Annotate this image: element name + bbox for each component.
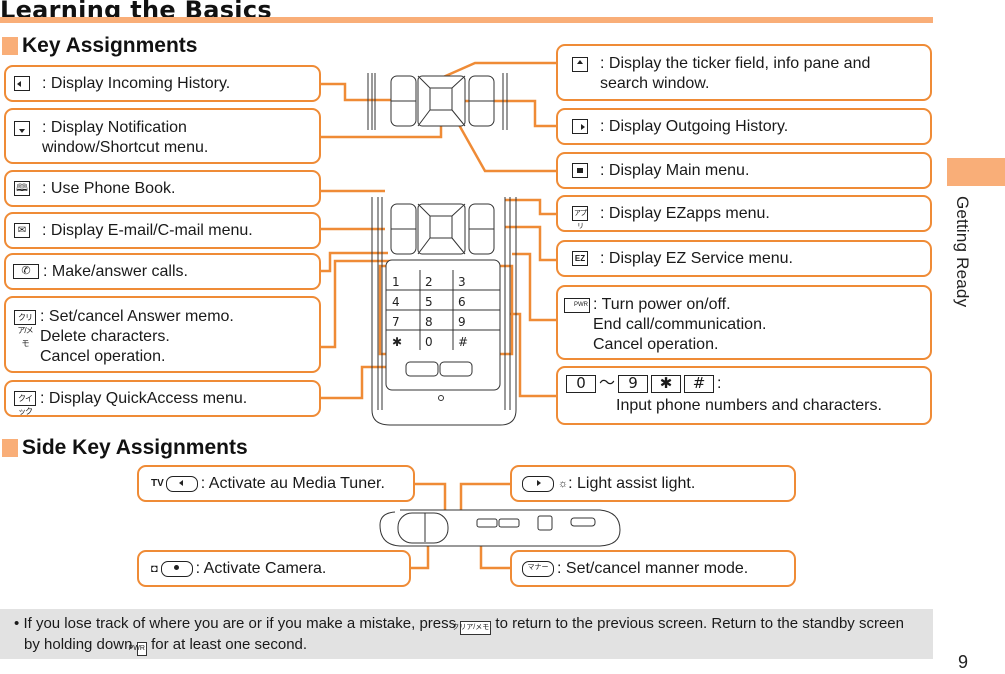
clear-memo-key-inline-icon: クリア/メモ xyxy=(452,621,492,635)
key-description: : Display the ticker field, info pane an… xyxy=(600,55,871,92)
key-description: : Display QuickAccess menu. xyxy=(40,389,248,407)
phonebook-icon: 🕮 xyxy=(14,181,30,196)
center-key-icon xyxy=(572,163,588,178)
svg-text:7: 7 xyxy=(392,315,400,329)
apps-icon: アプリ xyxy=(572,206,588,230)
key-description: : Display EZ Service menu. xyxy=(600,249,793,267)
key-description: : Display Outgoing History. xyxy=(600,117,789,135)
svg-text:0: 0 xyxy=(425,335,433,349)
svg-text:✱: ✱ xyxy=(392,335,402,349)
section-heading-side-key-assignments: Side Key Assignments xyxy=(2,436,248,460)
svg-text:8: 8 xyxy=(425,315,433,329)
ez-icon: EZ xyxy=(572,251,588,266)
down-key-icon xyxy=(14,121,30,136)
key-description: : Display E-mail/C-mail menu. xyxy=(42,221,253,239)
key-box-apps-key: アプリ : Display EZapps menu. xyxy=(556,195,932,232)
key-box-down-key: : Display Notification window/Shortcut m… xyxy=(4,108,321,164)
svg-text:5: 5 xyxy=(425,295,433,309)
phone-side-view xyxy=(379,509,621,547)
note-box: • If you lose track of where you are or … xyxy=(0,609,933,659)
key-description: : Turn power on/off. End call/communicat… xyxy=(593,296,767,353)
right-key-icon xyxy=(572,119,588,134)
key-9-icon: 9 xyxy=(618,375,649,393)
number-keys-row: 0 ～ 9 ✱ # : xyxy=(566,374,721,394)
light-key-icon xyxy=(522,475,554,492)
section-heading-text: Side Key Assignments xyxy=(22,436,248,459)
key-hash-icon: # xyxy=(684,375,715,393)
quick-icon: クイック xyxy=(14,391,36,416)
key-0-icon: 0 xyxy=(566,375,596,393)
colon: : xyxy=(717,375,722,392)
key-description: Input phone numbers and characters. xyxy=(616,397,882,414)
svg-text:1: 1 xyxy=(392,275,400,289)
mail-icon: ✉ xyxy=(14,223,30,238)
up-key-icon xyxy=(572,57,588,72)
section-marker xyxy=(2,439,18,457)
side-key-box-tv: TV : Activate au Media Tuner. xyxy=(137,465,415,502)
tv-key-icon xyxy=(165,475,198,492)
clear-memo-icon: クリア/メモ xyxy=(14,310,36,348)
range-tilde: ～ xyxy=(599,375,616,392)
key-box-quick-key: クイック : Display QuickAccess menu. xyxy=(4,380,321,417)
phone-top-detail xyxy=(367,73,508,130)
key-box-number-keys: 0 ～ 9 ✱ # : Input phone numbers and char… xyxy=(556,366,932,425)
key-description: : Set/cancel manner mode. xyxy=(557,559,749,577)
key-description: : Display EZapps menu. xyxy=(600,204,770,222)
chapter-tab-marker xyxy=(947,158,1005,186)
key-description: : Set/cancel Answer memo. Delete charact… xyxy=(40,308,234,365)
side-key-box-camera: ◘ : Activate Camera. xyxy=(137,550,411,587)
chapter-tab-label: Getting Ready xyxy=(953,196,972,308)
svg-text:4: 4 xyxy=(392,295,400,309)
phone-body xyxy=(371,197,517,426)
side-key-box-manner: マナー : Set/cancel manner mode. xyxy=(510,550,796,587)
key-box-center-key: : Display Main menu. xyxy=(556,152,932,189)
svg-text:#: # xyxy=(458,335,468,349)
key-box-phonebook-key: 🕮 : Use Phone Book. xyxy=(4,170,321,207)
key-box-call-key: ✆ : Make/answer calls. xyxy=(4,253,321,290)
camera-icon: ◘ xyxy=(151,562,158,575)
camera-key-icon xyxy=(160,560,193,577)
key-description: : Make/answer calls. xyxy=(43,262,188,280)
key-description: : Use Phone Book. xyxy=(42,179,176,197)
key-description: : Display Main menu. xyxy=(600,161,750,179)
key-box-power-key: PWR : Turn power on/off. End call/commun… xyxy=(556,285,932,360)
key-description: : Activate Camera. xyxy=(195,559,327,577)
svg-text:6: 6 xyxy=(458,295,466,309)
key-box-ez-key: EZ : Display EZ Service menu. xyxy=(556,240,932,277)
key-description: : Light assist light. xyxy=(568,474,696,492)
key-box-up-key: : Display the ticker field, info pane an… xyxy=(556,44,932,101)
svg-text:3: 3 xyxy=(458,275,466,289)
tv-label: TV xyxy=(151,477,164,489)
left-key-icon xyxy=(14,76,30,91)
call-icon: ✆ xyxy=(13,264,39,279)
note-part2: to return to the previous screen. Return… xyxy=(495,615,799,632)
light-icon: ☼ xyxy=(558,477,569,490)
manner-key-icon: マナー xyxy=(522,560,554,577)
bullet: • xyxy=(14,615,20,632)
key-box-right-key: : Display Outgoing History. xyxy=(556,108,932,145)
key-description: : Activate au Media Tuner. xyxy=(200,474,385,492)
svg-text:9: 9 xyxy=(458,315,466,329)
power-key-inline-icon: PWR xyxy=(129,642,147,656)
power-key-icon: PWR xyxy=(564,298,590,313)
side-key-box-light: ☼ : Light assist light. xyxy=(510,465,796,502)
svg-text:2: 2 xyxy=(425,275,433,289)
key-box-left-key: : Display Incoming History. xyxy=(4,65,321,102)
page-number: 9 xyxy=(958,652,969,672)
key-box-mail-key: ✉ : Display E-mail/C-mail menu. xyxy=(4,212,321,249)
note-part4: for at least one second. xyxy=(151,636,308,653)
key-description: : Display Notification window/Shortcut m… xyxy=(42,119,209,156)
key-star-icon: ✱ xyxy=(651,375,682,393)
note-part1: If you lose track of where you are or if… xyxy=(23,615,457,632)
key-description: : Display Incoming History. xyxy=(42,74,231,92)
note-text: • If you lose track of where you are or … xyxy=(10,614,923,656)
key-box-clear-memo-key: クリア/メモ : Set/cancel Answer memo. Delete … xyxy=(4,296,321,373)
